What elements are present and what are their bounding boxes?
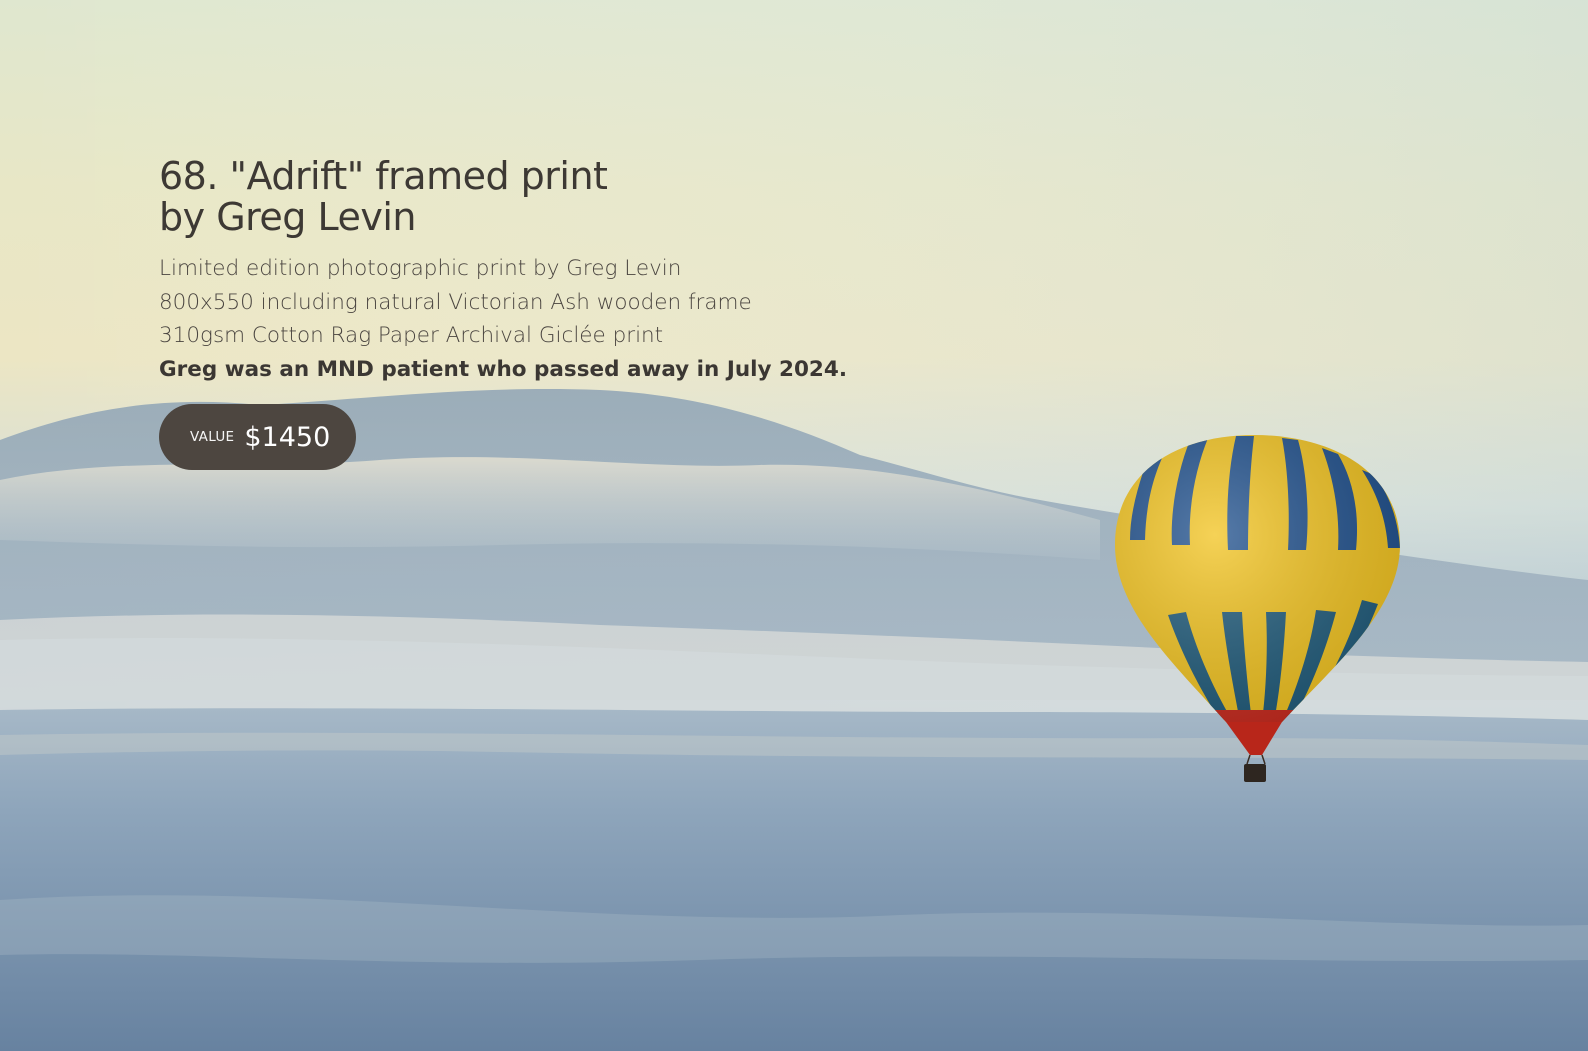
item-title-line1: 68. "Adrift" framed print — [159, 154, 608, 198]
artist-note: Greg was an MND patient who passed away … — [159, 356, 848, 382]
item-title: 68. "Adrift" framed print by Greg Levin — [159, 156, 859, 238]
value-label: VALUE — [190, 429, 235, 445]
item-description: Limited edition photographic print by Gr… — [159, 252, 859, 386]
item-title-line2: by Greg Levin — [159, 195, 417, 239]
item-details: 68. "Adrift" framed print by Greg Levin … — [159, 156, 859, 470]
description-line-paper: 310gsm Cotton Rag Paper Archival Giclée … — [159, 323, 664, 348]
description-line-dimensions: 800x550 including natural Victorian Ash … — [159, 289, 752, 315]
value-amount: $1450 — [244, 421, 331, 453]
value-badge[interactable]: VALUE $1450 — [159, 404, 357, 470]
description-line-edition: Limited edition photographic print by Gr… — [159, 256, 682, 281]
